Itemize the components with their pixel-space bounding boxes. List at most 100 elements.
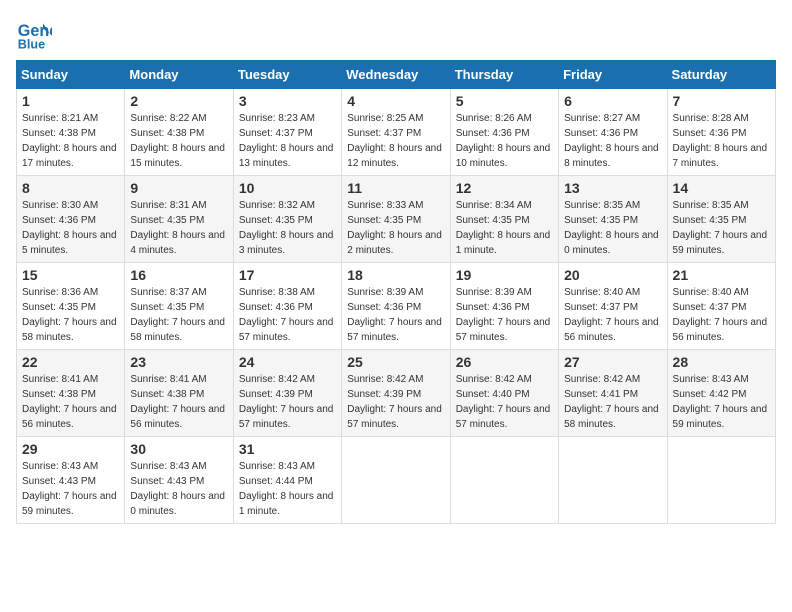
day-info: Sunrise: 8:42 AMSunset: 4:39 PMDaylight:… <box>347 372 444 432</box>
day-number: 11 <box>347 180 444 196</box>
day-number: 4 <box>347 93 444 109</box>
day-number: 3 <box>239 93 336 109</box>
day-info: Sunrise: 8:41 AMSunset: 4:38 PMDaylight:… <box>130 372 227 432</box>
day-info: Sunrise: 8:37 AMSunset: 4:35 PMDaylight:… <box>130 285 227 345</box>
day-info: Sunrise: 8:21 AMSunset: 4:38 PMDaylight:… <box>22 111 119 171</box>
day-cell-14: 14Sunrise: 8:35 AMSunset: 4:35 PMDayligh… <box>667 176 775 263</box>
day-cell-22: 22 Sunrise: 8:41 AMSunset: 4:38 PMDayligh… <box>17 350 125 437</box>
week-row-5: 29 Sunrise: 8:43 AMSunset: 4:43 PMDayligh… <box>17 437 776 524</box>
day-cell-9: 9Sunrise: 8:31 AMSunset: 4:35 PMDaylight… <box>125 176 233 263</box>
week-row-3: 15 Sunrise: 8:36 AMSunset: 4:35 PMDayligh… <box>17 263 776 350</box>
day-info: Sunrise: 8:32 AMSunset: 4:35 PMDaylight:… <box>239 198 336 258</box>
day-cell-8: 8 Sunrise: 8:30 AMSunset: 4:36 PMDaylight… <box>17 176 125 263</box>
empty-cell <box>667 437 775 524</box>
day-info: Sunrise: 8:36 AMSunset: 4:35 PMDaylight:… <box>22 285 119 345</box>
week-row-1: 1 Sunrise: 8:21 AMSunset: 4:38 PMDaylight… <box>17 89 776 176</box>
day-info: Sunrise: 8:40 AMSunset: 4:37 PMDaylight:… <box>564 285 661 345</box>
day-number: 21 <box>673 267 770 283</box>
day-number: 13 <box>564 180 661 196</box>
day-number: 8 <box>22 180 119 196</box>
day-number: 23 <box>130 354 227 370</box>
day-cell-1: 1 Sunrise: 8:21 AMSunset: 4:38 PMDaylight… <box>17 89 125 176</box>
day-number: 12 <box>456 180 553 196</box>
day-cell-20: 20 Sunrise: 8:40 AMSunset: 4:37 PMDayligh… <box>559 263 667 350</box>
day-cell-30: 30 Sunrise: 8:43 AMSunset: 4:43 PMDayligh… <box>125 437 233 524</box>
day-cell-4: 4 Sunrise: 8:25 AMSunset: 4:37 PMDaylight… <box>342 89 450 176</box>
weekday-header-sunday: Sunday <box>17 61 125 89</box>
logo: General Blue <box>16 16 56 52</box>
day-cell-16: 16 Sunrise: 8:37 AMSunset: 4:35 PMDayligh… <box>125 263 233 350</box>
day-info: Sunrise: 8:43 AMSunset: 4:43 PMDaylight:… <box>22 459 119 519</box>
week-row-4: 22 Sunrise: 8:41 AMSunset: 4:38 PMDayligh… <box>17 350 776 437</box>
day-cell-2: 2 Sunrise: 8:22 AMSunset: 4:38 PMDaylight… <box>125 89 233 176</box>
day-cell-10: 10 Sunrise: 8:32 AMSunset: 4:35 PMDayligh… <box>233 176 341 263</box>
day-info: Sunrise: 8:35 AMSunset: 4:35 PMDaylight:… <box>564 198 661 258</box>
day-number: 2 <box>130 93 227 109</box>
day-info: Sunrise: 8:23 AMSunset: 4:37 PMDaylight:… <box>239 111 336 171</box>
weekday-header-row: SundayMondayTuesdayWednesdayThursdayFrid… <box>17 61 776 89</box>
day-number: 15 <box>22 267 119 283</box>
calendar-table: SundayMondayTuesdayWednesdayThursdayFrid… <box>16 60 776 524</box>
weekday-header-thursday: Thursday <box>450 61 558 89</box>
day-number: 7 <box>673 93 770 109</box>
day-number: 20 <box>564 267 661 283</box>
day-number: 24 <box>239 354 336 370</box>
day-number: 28 <box>673 354 770 370</box>
day-cell-11: 11 Sunrise: 8:33 AMSunset: 4:35 PMDayligh… <box>342 176 450 263</box>
day-number: 27 <box>564 354 661 370</box>
day-info: Sunrise: 8:31 AMSunset: 4:35 PMDaylight:… <box>130 198 227 258</box>
day-cell-24: 24Sunrise: 8:42 AMSunset: 4:39 PMDayligh… <box>233 350 341 437</box>
weekday-header-wednesday: Wednesday <box>342 61 450 89</box>
day-info: Sunrise: 8:33 AMSunset: 4:35 PMDaylight:… <box>347 198 444 258</box>
day-info: Sunrise: 8:22 AMSunset: 4:38 PMDaylight:… <box>130 111 227 171</box>
day-number: 19 <box>456 267 553 283</box>
day-info: Sunrise: 8:43 AMSunset: 4:43 PMDaylight:… <box>130 459 227 519</box>
logo-icon: General Blue <box>16 16 52 52</box>
day-cell-23: 23 Sunrise: 8:41 AMSunset: 4:38 PMDayligh… <box>125 350 233 437</box>
day-info: Sunrise: 8:35 AMSunset: 4:35 PMDaylight:… <box>673 198 770 258</box>
day-number: 29 <box>22 441 119 457</box>
day-cell-25: 25 Sunrise: 8:42 AMSunset: 4:39 PMDayligh… <box>342 350 450 437</box>
day-cell-5: 5Sunrise: 8:26 AMSunset: 4:36 PMDaylight… <box>450 89 558 176</box>
day-cell-7: 7 Sunrise: 8:28 AMSunset: 4:36 PMDaylight… <box>667 89 775 176</box>
day-number: 25 <box>347 354 444 370</box>
day-number: 5 <box>456 93 553 109</box>
day-cell-27: 27 Sunrise: 8:42 AMSunset: 4:41 PMDayligh… <box>559 350 667 437</box>
weekday-header-tuesday: Tuesday <box>233 61 341 89</box>
weekday-header-friday: Friday <box>559 61 667 89</box>
day-info: Sunrise: 8:30 AMSunset: 4:36 PMDaylight:… <box>22 198 119 258</box>
day-info: Sunrise: 8:27 AMSunset: 4:36 PMDaylight:… <box>564 111 661 171</box>
day-cell-6: 6 Sunrise: 8:27 AMSunset: 4:36 PMDaylight… <box>559 89 667 176</box>
week-row-2: 8 Sunrise: 8:30 AMSunset: 4:36 PMDaylight… <box>17 176 776 263</box>
day-number: 18 <box>347 267 444 283</box>
day-number: 1 <box>22 93 119 109</box>
day-info: Sunrise: 8:41 AMSunset: 4:38 PMDaylight:… <box>22 372 119 432</box>
svg-text:Blue: Blue <box>18 37 45 51</box>
day-info: Sunrise: 8:28 AMSunset: 4:36 PMDaylight:… <box>673 111 770 171</box>
page-header: General Blue <box>16 16 776 52</box>
day-info: Sunrise: 8:42 AMSunset: 4:41 PMDaylight:… <box>564 372 661 432</box>
weekday-header-monday: Monday <box>125 61 233 89</box>
day-number: 31 <box>239 441 336 457</box>
day-info: Sunrise: 8:43 AMSunset: 4:44 PMDaylight:… <box>239 459 336 519</box>
day-number: 10 <box>239 180 336 196</box>
empty-cell <box>450 437 558 524</box>
day-info: Sunrise: 8:42 AMSunset: 4:40 PMDaylight:… <box>456 372 553 432</box>
day-number: 6 <box>564 93 661 109</box>
day-cell-17: 17Sunrise: 8:38 AMSunset: 4:36 PMDayligh… <box>233 263 341 350</box>
empty-cell <box>342 437 450 524</box>
day-number: 22 <box>22 354 119 370</box>
day-info: Sunrise: 8:40 AMSunset: 4:37 PMDaylight:… <box>673 285 770 345</box>
day-cell-13: 13 Sunrise: 8:35 AMSunset: 4:35 PMDayligh… <box>559 176 667 263</box>
day-cell-3: 3 Sunrise: 8:23 AMSunset: 4:37 PMDaylight… <box>233 89 341 176</box>
day-number: 30 <box>130 441 227 457</box>
day-number: 16 <box>130 267 227 283</box>
day-number: 26 <box>456 354 553 370</box>
day-cell-21: 21 Sunrise: 8:40 AMSunset: 4:37 PMDayligh… <box>667 263 775 350</box>
empty-cell <box>559 437 667 524</box>
day-info: Sunrise: 8:39 AMSunset: 4:36 PMDaylight:… <box>347 285 444 345</box>
day-cell-15: 15 Sunrise: 8:36 AMSunset: 4:35 PMDayligh… <box>17 263 125 350</box>
day-cell-12: 12 Sunrise: 8:34 AMSunset: 4:35 PMDayligh… <box>450 176 558 263</box>
day-info: Sunrise: 8:34 AMSunset: 4:35 PMDaylight:… <box>456 198 553 258</box>
day-info: Sunrise: 8:25 AMSunset: 4:37 PMDaylight:… <box>347 111 444 171</box>
